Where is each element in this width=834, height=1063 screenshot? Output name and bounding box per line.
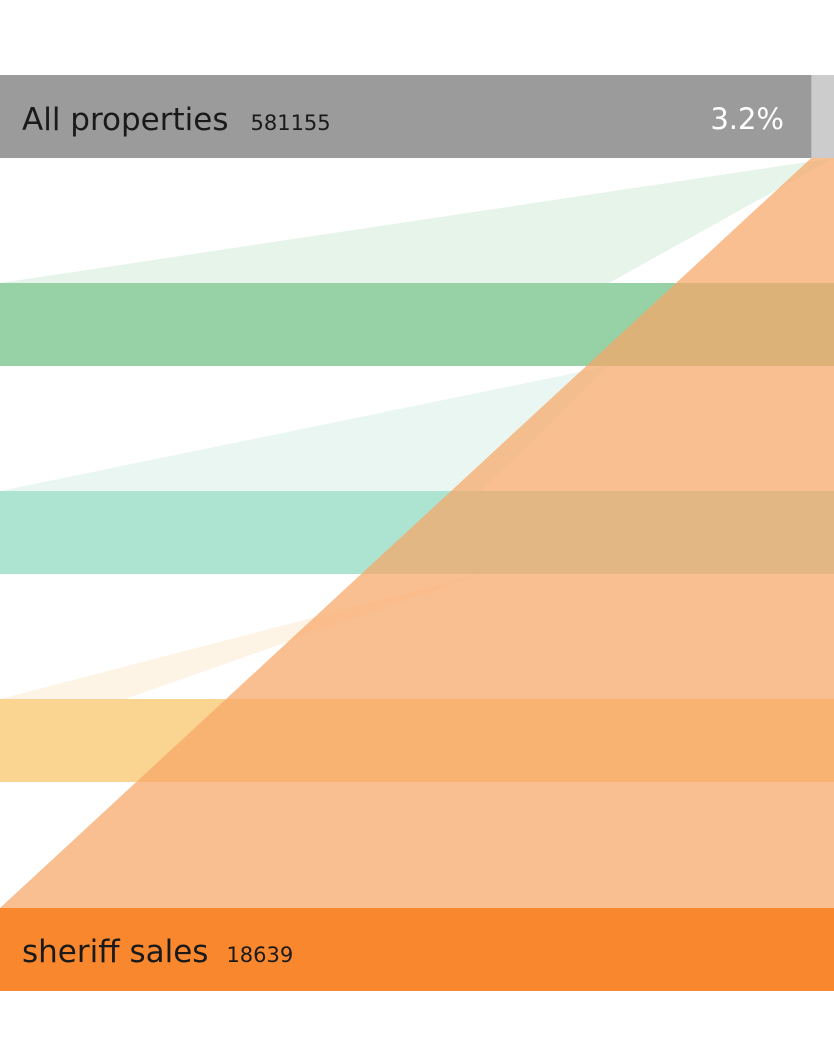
top-bar-label: All properties xyxy=(22,102,228,138)
top-bar-count: 581155 xyxy=(250,111,330,135)
top-bar-percent: 3.2% xyxy=(710,102,784,136)
bottom-bar-count: 18639 xyxy=(226,943,293,967)
top-bar-highlight xyxy=(811,75,834,158)
bottom-bar-label: sheriff sales xyxy=(22,934,208,970)
funnel-chart: All properties 581155 3.2% sheriff sales… xyxy=(0,75,834,991)
